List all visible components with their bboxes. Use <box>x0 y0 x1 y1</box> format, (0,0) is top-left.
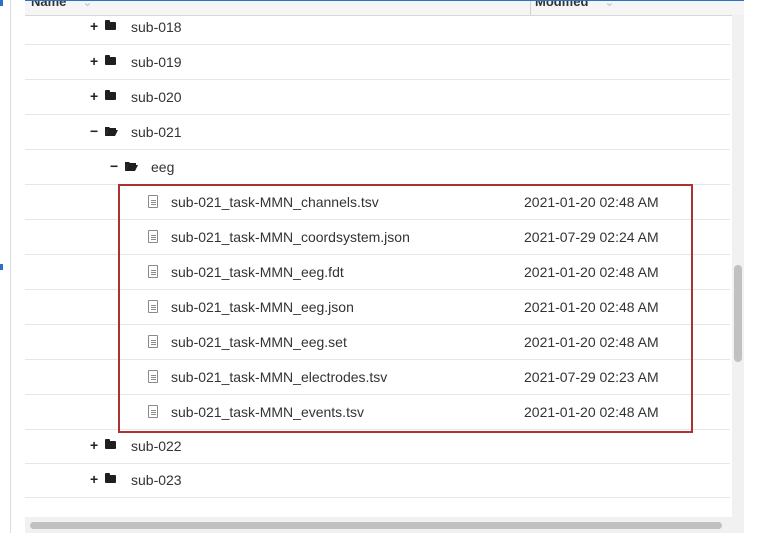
header-focus-line <box>25 0 744 1</box>
file-name[interactable]: sub-021_task-MMN_eeg.json <box>171 299 354 315</box>
file-icon <box>148 370 158 383</box>
file-tree-body: + sub-018 + sub-019 + sub-020 − sub-021 … <box>25 15 732 517</box>
folder-open-icon <box>105 127 118 136</box>
collapse-toggle[interactable]: − <box>90 123 98 139</box>
expand-toggle[interactable]: + <box>90 88 98 104</box>
modified-column-label: Modified <box>535 0 589 9</box>
file-row[interactable]: sub-021_task-MMN_electrodes.tsv 2021-07-… <box>25 360 730 395</box>
folder-label[interactable]: sub-023 <box>131 472 182 488</box>
horizontal-scrollbar-thumb[interactable] <box>30 522 722 529</box>
file-icon <box>148 265 158 278</box>
table-header: Name ⌃⌄ Modified ⌃⌄ <box>25 0 744 16</box>
file-modified-date: 2021-07-29 02:23 AM <box>524 369 659 385</box>
folder-label[interactable]: sub-022 <box>131 438 182 454</box>
file-icon <box>148 300 158 313</box>
file-tree-page: Name ⌃⌄ Modified ⌃⌄ + sub-018 + sub-019 + … <box>0 0 760 533</box>
expand-toggle[interactable]: + <box>90 18 98 34</box>
folder-label[interactable]: sub-019 <box>131 54 182 70</box>
collapse-toggle[interactable]: − <box>110 158 118 174</box>
folder-label[interactable]: sub-018 <box>131 19 182 35</box>
file-name[interactable]: sub-021_task-MMN_coordsystem.json <box>171 229 410 245</box>
file-modified-date: 2021-07-29 02:24 AM <box>524 229 659 245</box>
file-name[interactable]: sub-021_task-MMN_events.tsv <box>171 404 364 420</box>
file-row[interactable]: sub-021_task-MMN_events.tsv 2021-01-20 0… <box>25 395 730 430</box>
file-row[interactable]: sub-021_task-MMN_eeg.json 2021-01-20 02:… <box>25 290 730 325</box>
folder-open-icon <box>125 162 138 171</box>
folder-icon <box>105 90 116 100</box>
tree-row-sub-021[interactable]: − sub-021 <box>25 115 730 150</box>
file-icon <box>148 230 158 243</box>
file-modified-date: 2021-01-20 02:48 AM <box>524 334 659 350</box>
column-divider[interactable] <box>530 0 531 15</box>
file-modified-date: 2021-01-20 02:48 AM <box>524 194 659 210</box>
file-icon <box>148 405 158 418</box>
folder-icon <box>105 473 116 483</box>
folder-icon <box>105 20 116 30</box>
file-row[interactable]: sub-021_task-MMN_eeg.fdt 2021-01-20 02:4… <box>25 255 730 290</box>
expand-toggle[interactable]: + <box>90 437 98 453</box>
expand-toggle[interactable]: + <box>90 53 98 69</box>
tree-row-sub-020[interactable]: + sub-020 <box>25 80 730 115</box>
file-row[interactable]: sub-021_task-MMN_eeg.set 2021-01-20 02:4… <box>25 325 730 360</box>
expand-toggle[interactable]: + <box>90 471 98 487</box>
tree-row-sub-019[interactable]: + sub-019 <box>25 45 730 80</box>
file-modified-date: 2021-01-20 02:48 AM <box>524 404 659 420</box>
left-edge-divider <box>10 0 11 533</box>
sort-arrows-icon[interactable]: ⌃⌄ <box>592 0 616 9</box>
left-edge-marker <box>0 0 3 6</box>
file-name[interactable]: sub-021_task-MMN_electrodes.tsv <box>171 369 387 385</box>
vertical-scrollbar-thumb[interactable] <box>734 265 742 362</box>
file-icon <box>148 335 158 348</box>
file-name[interactable]: sub-021_task-MMN_eeg.set <box>171 334 347 350</box>
sort-arrows-icon[interactable]: ⌃⌄ <box>70 0 94 9</box>
tree-row-sub-023[interactable]: + sub-023 <box>25 463 730 498</box>
tree-row-eeg[interactable]: − eeg <box>25 150 730 185</box>
folder-icon <box>105 55 116 65</box>
folder-label[interactable]: sub-020 <box>131 89 182 105</box>
modified-column-header[interactable]: Modified ⌃⌄ <box>535 0 617 9</box>
name-column-label: Name <box>31 0 67 9</box>
file-row[interactable]: sub-021_task-MMN_coordsystem.json 2021-0… <box>25 220 730 255</box>
file-name[interactable]: sub-021_task-MMN_eeg.fdt <box>171 264 344 280</box>
folder-label[interactable]: eeg <box>151 159 174 175</box>
left-edge-marker <box>0 264 3 270</box>
file-name[interactable]: sub-021_task-MMN_channels.tsv <box>171 194 379 210</box>
name-column-header[interactable]: Name ⌃⌄ <box>31 0 95 9</box>
file-icon <box>148 195 158 208</box>
file-modified-date: 2021-01-20 02:48 AM <box>524 299 659 315</box>
folder-icon <box>105 439 116 449</box>
tree-row-sub-018[interactable]: + sub-018 <box>25 15 730 45</box>
tree-row-sub-022[interactable]: + sub-022 <box>25 429 730 464</box>
file-row[interactable]: sub-021_task-MMN_channels.tsv 2021-01-20… <box>25 185 730 220</box>
file-modified-date: 2021-01-20 02:48 AM <box>524 264 659 280</box>
folder-label[interactable]: sub-021 <box>131 124 182 140</box>
